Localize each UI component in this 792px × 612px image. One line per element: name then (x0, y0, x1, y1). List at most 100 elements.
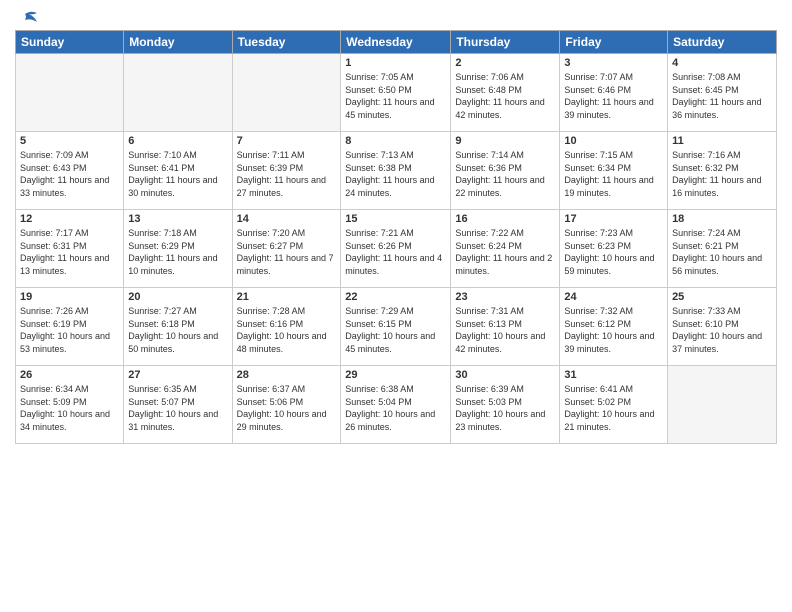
calendar-cell: 3 Sunrise: 7:07 AM Sunset: 6:46 PM Daylig… (560, 54, 668, 132)
day-number: 24 (564, 291, 663, 303)
calendar-cell: 28 Sunrise: 6:37 AM Sunset: 5:06 PM Dayli… (232, 366, 341, 444)
calendar-cell: 2 Sunrise: 7:06 AM Sunset: 6:48 PM Daylig… (451, 54, 560, 132)
day-info: Sunrise: 6:35 AM Sunset: 5:07 PM Dayligh… (128, 383, 227, 433)
calendar-cell: 30 Sunrise: 6:39 AM Sunset: 5:03 PM Dayli… (451, 366, 560, 444)
calendar-container: SundayMondayTuesdayWednesdayThursdayFrid… (0, 0, 792, 454)
day-info: Sunrise: 7:11 AM Sunset: 6:39 PM Dayligh… (237, 149, 337, 199)
day-info: Sunrise: 7:16 AM Sunset: 6:32 PM Dayligh… (672, 149, 772, 199)
day-number: 12 (20, 213, 119, 225)
calendar-cell: 19 Sunrise: 7:26 AM Sunset: 6:19 PM Dayli… (16, 288, 124, 366)
day-info: Sunrise: 7:18 AM Sunset: 6:29 PM Dayligh… (128, 227, 227, 277)
day-number: 2 (455, 57, 555, 69)
day-info: Sunrise: 7:17 AM Sunset: 6:31 PM Dayligh… (20, 227, 119, 277)
day-number: 6 (128, 135, 227, 147)
day-number: 28 (237, 369, 337, 381)
day-info: Sunrise: 7:20 AM Sunset: 6:27 PM Dayligh… (237, 227, 337, 277)
calendar-cell: 27 Sunrise: 6:35 AM Sunset: 5:07 PM Dayli… (124, 366, 232, 444)
calendar-cell: 6 Sunrise: 7:10 AM Sunset: 6:41 PM Daylig… (124, 132, 232, 210)
calendar-cell: 24Sunrise: 7:32 AM Sunset: 6:12 PM Dayli… (560, 288, 668, 366)
calendar-cell (16, 54, 124, 132)
day-info: Sunrise: 7:13 AM Sunset: 6:38 PM Dayligh… (345, 149, 446, 199)
day-number: 3 (564, 57, 663, 69)
day-number: 26 (20, 369, 119, 381)
weekday-header-friday: Friday (560, 31, 668, 54)
day-info: Sunrise: 6:38 AM Sunset: 5:04 PM Dayligh… (345, 383, 446, 433)
calendar-cell: 29 Sunrise: 6:38 AM Sunset: 5:04 PM Dayli… (341, 366, 451, 444)
day-number: 27 (128, 369, 227, 381)
calendar-cell: 22 Sunrise: 7:29 AM Sunset: 6:15 PM Dayli… (341, 288, 451, 366)
logo-bird-icon (17, 10, 39, 28)
day-number: 5 (20, 135, 119, 147)
day-info: Sunrise: 7:21 AM Sunset: 6:26 PM Dayligh… (345, 227, 446, 277)
calendar-cell: 10Sunrise: 7:15 AM Sunset: 6:34 PM Dayli… (560, 132, 668, 210)
calendar-cell: 5 Sunrise: 7:09 AM Sunset: 6:43 PM Daylig… (16, 132, 124, 210)
day-number: 4 (672, 57, 772, 69)
day-number: 14 (237, 213, 337, 225)
calendar-cell (668, 366, 777, 444)
week-row-4: 19 Sunrise: 7:26 AM Sunset: 6:19 PM Dayli… (16, 288, 777, 366)
calendar-cell: 11Sunrise: 7:16 AM Sunset: 6:32 PM Dayli… (668, 132, 777, 210)
calendar-cell (124, 54, 232, 132)
day-number: 18 (672, 213, 772, 225)
calendar-cell: 26Sunrise: 6:34 AM Sunset: 5:09 PM Dayli… (16, 366, 124, 444)
weekday-header-sunday: Sunday (16, 31, 124, 54)
day-number: 17 (564, 213, 663, 225)
day-info: Sunrise: 6:39 AM Sunset: 5:03 PM Dayligh… (455, 383, 555, 433)
day-number: 25 (672, 291, 772, 303)
day-info: Sunrise: 7:24 AM Sunset: 6:21 PM Dayligh… (672, 227, 772, 277)
calendar-cell: 9 Sunrise: 7:14 AM Sunset: 6:36 PM Daylig… (451, 132, 560, 210)
day-number: 20 (128, 291, 227, 303)
calendar-cell: 13 Sunrise: 7:18 AM Sunset: 6:29 PM Dayli… (124, 210, 232, 288)
day-number: 23 (455, 291, 555, 303)
day-number: 7 (237, 135, 337, 147)
day-info: Sunrise: 6:37 AM Sunset: 5:06 PM Dayligh… (237, 383, 337, 433)
calendar-cell: 7 Sunrise: 7:11 AM Sunset: 6:39 PM Daylig… (232, 132, 341, 210)
day-number: 19 (20, 291, 119, 303)
day-info: Sunrise: 7:09 AM Sunset: 6:43 PM Dayligh… (20, 149, 119, 199)
week-row-3: 12 Sunrise: 7:17 AM Sunset: 6:31 PM Dayli… (16, 210, 777, 288)
day-number: 8 (345, 135, 446, 147)
day-info: Sunrise: 7:26 AM Sunset: 6:19 PM Dayligh… (20, 305, 119, 355)
logo (15, 10, 39, 24)
calendar-cell (232, 54, 341, 132)
day-info: Sunrise: 7:29 AM Sunset: 6:15 PM Dayligh… (345, 305, 446, 355)
calendar-cell: 16 Sunrise: 7:22 AM Sunset: 6:24 PM Dayli… (451, 210, 560, 288)
day-number: 1 (345, 57, 446, 69)
calendar-cell: 21Sunrise: 7:28 AM Sunset: 6:16 PM Dayli… (232, 288, 341, 366)
calendar-cell: 12 Sunrise: 7:17 AM Sunset: 6:31 PM Dayli… (16, 210, 124, 288)
day-info: Sunrise: 7:23 AM Sunset: 6:23 PM Dayligh… (564, 227, 663, 277)
day-info: Sunrise: 7:05 AM Sunset: 6:50 PM Dayligh… (345, 71, 446, 121)
week-row-2: 5 Sunrise: 7:09 AM Sunset: 6:43 PM Daylig… (16, 132, 777, 210)
weekday-header-monday: Monday (124, 31, 232, 54)
day-info: Sunrise: 7:14 AM Sunset: 6:36 PM Dayligh… (455, 149, 555, 199)
calendar-cell: 14 Sunrise: 7:20 AM Sunset: 6:27 PM Dayli… (232, 210, 341, 288)
day-info: Sunrise: 6:41 AM Sunset: 5:02 PM Dayligh… (564, 383, 663, 433)
weekday-header-tuesday: Tuesday (232, 31, 341, 54)
day-number: 22 (345, 291, 446, 303)
calendar-cell: 31Sunrise: 6:41 AM Sunset: 5:02 PM Dayli… (560, 366, 668, 444)
day-number: 10 (564, 135, 663, 147)
calendar-cell: 8 Sunrise: 7:13 AM Sunset: 6:38 PM Daylig… (341, 132, 451, 210)
day-info: Sunrise: 7:22 AM Sunset: 6:24 PM Dayligh… (455, 227, 555, 277)
day-info: Sunrise: 7:10 AM Sunset: 6:41 PM Dayligh… (128, 149, 227, 199)
day-number: 29 (345, 369, 446, 381)
calendar-cell: 17 Sunrise: 7:23 AM Sunset: 6:23 PM Dayli… (560, 210, 668, 288)
day-info: Sunrise: 7:33 AM Sunset: 6:10 PM Dayligh… (672, 305, 772, 355)
day-number: 15 (345, 213, 446, 225)
day-info: Sunrise: 7:31 AM Sunset: 6:13 PM Dayligh… (455, 305, 555, 355)
header (15, 10, 777, 24)
day-number: 16 (455, 213, 555, 225)
day-number: 21 (237, 291, 337, 303)
week-row-5: 26Sunrise: 6:34 AM Sunset: 5:09 PM Dayli… (16, 366, 777, 444)
day-info: Sunrise: 7:06 AM Sunset: 6:48 PM Dayligh… (455, 71, 555, 121)
day-number: 9 (455, 135, 555, 147)
day-number: 13 (128, 213, 227, 225)
calendar-cell: 15 Sunrise: 7:21 AM Sunset: 6:26 PM Dayli… (341, 210, 451, 288)
weekday-header-saturday: Saturday (668, 31, 777, 54)
day-info: Sunrise: 7:07 AM Sunset: 6:46 PM Dayligh… (564, 71, 663, 121)
weekday-header-row: SundayMondayTuesdayWednesdayThursdayFrid… (16, 31, 777, 54)
calendar-cell: 25 Sunrise: 7:33 AM Sunset: 6:10 PM Dayli… (668, 288, 777, 366)
weekday-header-thursday: Thursday (451, 31, 560, 54)
day-number: 30 (455, 369, 555, 381)
calendar-cell: 1 Sunrise: 7:05 AM Sunset: 6:50 PM Daylig… (341, 54, 451, 132)
